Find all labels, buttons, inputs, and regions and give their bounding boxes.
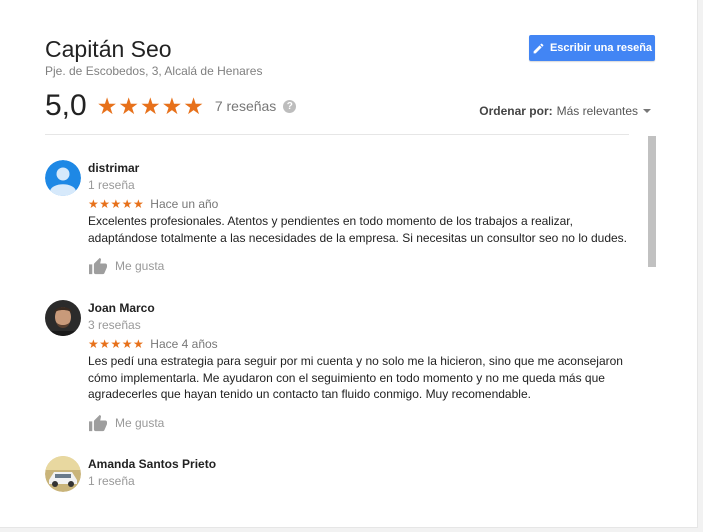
review-date: Hace 4 años [150, 337, 218, 351]
write-review-label: Escribir una reseña [549, 42, 653, 54]
reviews-dialog: Capitán Seo Pje. de Escobedos, 3, Alcalá… [0, 0, 698, 528]
pencil-icon [533, 43, 544, 53]
reviewer-name[interactable]: Amanda Santos Prieto [88, 457, 633, 471]
reviewer-review-count: 1 reseña [88, 178, 135, 192]
sort-label: Ordenar por: [479, 104, 553, 118]
sort-value: Más relevantes [556, 104, 638, 118]
review-count[interactable]: 7 reseñas [215, 98, 276, 114]
like-label: Me gusta [115, 259, 165, 273]
review-text: Les pedí una estrategia para seguir por … [88, 354, 623, 401]
sort-dropdown[interactable]: Ordenar por: Más relevantes [479, 104, 651, 118]
like-button[interactable]: Me gusta [88, 414, 633, 432]
review-text: Excelentes profesionales. Atentos y pend… [88, 214, 628, 245]
like-button[interactable]: Me gusta [88, 257, 633, 275]
business-name: Capitán Seo [45, 36, 172, 62]
avatar[interactable] [45, 456, 81, 492]
thumbs-up-icon [89, 414, 107, 431]
write-review-button[interactable]: Escribir una reseña [529, 35, 655, 61]
review-list: distrimar 1 reseña ★★★★★ Hace un año Exc… [45, 150, 635, 495]
divider [45, 134, 629, 135]
thumbs-up-icon [89, 257, 107, 275]
review-date: Hace un año [150, 197, 219, 211]
rating-summary: 5,0 ★★★★★ 7 reseñas ? [45, 89, 297, 123]
average-stars: ★★★★★ [96, 92, 205, 119]
avatar[interactable] [45, 160, 81, 196]
reviewer-review-count: 1 reseña [88, 474, 135, 488]
reviewer-name[interactable]: Joan Marco [88, 301, 633, 315]
chevron-down-icon [643, 109, 651, 113]
reviewer-name[interactable]: distrimar [88, 161, 633, 175]
review-stars: ★★★★★ [88, 197, 145, 211]
scrollbar-thumb[interactable] [648, 136, 656, 267]
review-stars: ★★★★★ [88, 337, 145, 351]
review-item: distrimar 1 reseña ★★★★★ Hace un año Exc… [45, 150, 635, 290]
average-rating: 5,0 [45, 89, 87, 122]
reviewer-review-count: 3 reseñas [88, 318, 141, 332]
avatar[interactable] [45, 300, 81, 336]
help-icon[interactable]: ? [283, 99, 297, 113]
review-item: Joan Marco 3 reseñas ★★★★★ Hace 4 años L… [45, 290, 635, 446]
like-label: Me gusta [115, 415, 165, 430]
business-address: Pje. de Escobedos, 3, Alcalá de Henares [45, 64, 263, 78]
